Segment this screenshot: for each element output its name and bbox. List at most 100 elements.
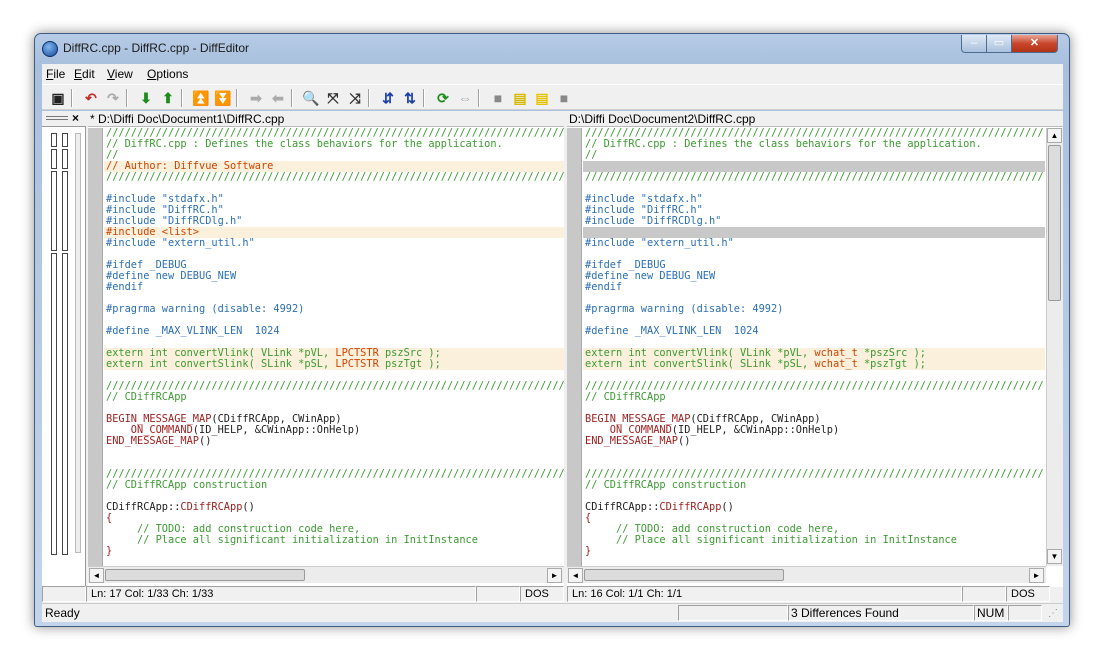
location-pane-close-icon[interactable]: ×	[72, 111, 79, 126]
code-line: ////////////////////////////////////////…	[583, 381, 1045, 392]
code-token: ////////////////////////////////////////…	[106, 381, 564, 392]
code-token: // DiffRC.cpp : Defines the class behavi…	[106, 139, 503, 150]
location-bar-right	[62, 171, 68, 251]
code-token: #include "DiffRCDlg.h"	[106, 216, 243, 227]
code-line: ////////////////////////////////////////…	[104, 128, 564, 139]
resize-grip-icon[interactable]: ⋰	[1048, 608, 1058, 619]
grip-icon[interactable]	[46, 116, 68, 120]
scroll-thumb[interactable]	[105, 569, 305, 581]
menu-edit[interactable]: Edit	[74, 67, 95, 81]
find-prev-icon[interactable]: ⤨	[346, 89, 364, 107]
swap-icon[interactable]: ⇔	[456, 89, 474, 107]
scroll-left-button[interactable]: ◄	[89, 568, 104, 583]
sync-up-icon[interactable]: ⇅	[401, 89, 419, 107]
code-token: ON_COMMAND	[585, 425, 672, 436]
scroll-down-button[interactable]: ▼	[1047, 549, 1062, 564]
code-token: extern int convertVlink( VLink *pVL,	[585, 348, 815, 359]
scroll-right-button[interactable]: ►	[1029, 568, 1044, 583]
code-token: ////////////////////////////////////////…	[585, 172, 1044, 183]
code-line: ////////////////////////////////////////…	[104, 381, 564, 392]
code-token: *pszSrc );	[857, 348, 926, 359]
right-gutter	[567, 128, 582, 566]
code-token: {	[585, 513, 592, 524]
menu-view[interactable]: View	[107, 67, 133, 81]
close-button[interactable]: ✕	[1011, 35, 1058, 53]
code-token: #include "extern_util.h"	[106, 238, 255, 249]
left-file-path: * D:\Diffi Doc\Document1\DiffRC.cpp	[88, 111, 564, 127]
code-token: #ifdef _DEBUG	[106, 260, 187, 271]
right-v-scrollbar[interactable]: ▲ ▼	[1046, 128, 1063, 566]
right-code-view[interactable]: ////////////////////////////////////////…	[583, 128, 1045, 566]
location-pane-scrollbar[interactable]	[75, 133, 81, 553]
left-eol-mode: DOS	[520, 586, 564, 602]
toolbar-separator	[423, 89, 425, 107]
toolbar-separator	[478, 89, 480, 107]
refresh-icon[interactable]: ⟳	[434, 89, 452, 107]
pane-left-icon[interactable]: ■	[489, 89, 507, 107]
code-line: #define new DEBUG_NEW	[583, 271, 1045, 282]
code-token: (ID_HELP, &CWinApp::OnHelp)	[192, 425, 361, 436]
copy-right-icon[interactable]: ➡	[247, 89, 265, 107]
location-bar-right	[62, 149, 68, 169]
pane-right-icon[interactable]: ■	[555, 89, 573, 107]
save-icon[interactable]: ▣	[49, 89, 67, 107]
title-bar[interactable]: DiffRC.cpp - DiffRC.cpp - DiffEditor – ▭…	[35, 34, 1069, 63]
left-code-view[interactable]: ////////////////////////////////////////…	[104, 128, 564, 566]
code-token: // CDiffRCApp construction	[106, 480, 268, 491]
pane-yellow-icon[interactable]: ▤	[533, 89, 551, 107]
status-cell	[476, 586, 520, 602]
minimize-button[interactable]: –	[961, 35, 987, 53]
status-cell	[678, 605, 788, 621]
maximize-button[interactable]: ▭	[986, 35, 1012, 53]
code-line: #include "stdafx.h"	[583, 194, 1045, 205]
code-line: // Place all significant initialization …	[583, 535, 1045, 546]
scroll-thumb[interactable]	[1048, 145, 1061, 301]
undo-icon[interactable]: ↶	[82, 89, 100, 107]
menu-file[interactable]: File	[46, 67, 65, 81]
left-h-scrollbar[interactable]: ◄ ►	[88, 566, 564, 583]
scroll-up-button[interactable]: ▲	[1047, 128, 1062, 143]
code-token: LPCTSTR	[335, 348, 379, 359]
last-diff-icon[interactable]: ⏬	[214, 89, 232, 107]
status-cell	[42, 586, 86, 602]
scroll-left-button[interactable]: ◄	[568, 568, 583, 583]
copy-left-icon[interactable]: ⬅	[269, 89, 287, 107]
code-line: // CDiffRCApp	[104, 392, 564, 403]
code-token: (CDiffRCApp, CWinApp)	[211, 414, 342, 425]
code-line: extern int convertSlink( SLink *pSL, LPC…	[104, 359, 564, 370]
code-line: extern int convertVlink( VLink *pVL, wch…	[583, 348, 1045, 359]
find-icon[interactable]: 🔍	[302, 89, 320, 107]
location-pane-header: ×	[42, 111, 86, 127]
code-token: #define _MAX_VLINK_LEN 1024	[585, 326, 759, 337]
menu-options[interactable]: Options	[147, 67, 188, 81]
differences-count: 3 Differences Found	[788, 605, 974, 621]
code-token: #include "DiffRCDlg.h"	[585, 216, 722, 227]
code-token: // TODO: add construction code here,	[585, 524, 840, 535]
left-gutter	[88, 128, 103, 566]
sync-down-icon[interactable]: ⇵	[379, 89, 397, 107]
code-token: ()	[678, 436, 691, 447]
code-line: extern int convertVlink( VLink *pVL, LPC…	[104, 348, 564, 359]
location-bar-left	[51, 171, 57, 251]
code-line: #include "DiffRC.h"	[104, 205, 564, 216]
pane-both-icon[interactable]: ▤	[511, 89, 529, 107]
code-line: {	[583, 513, 1045, 524]
code-token: #ifdef _DEBUG	[585, 260, 666, 271]
code-line: // TODO: add construction code here,	[583, 524, 1045, 535]
prev-diff-icon[interactable]: ⬆	[159, 89, 177, 107]
first-diff-icon[interactable]: ⏫	[192, 89, 210, 107]
scroll-thumb[interactable]	[584, 569, 784, 581]
redo-icon[interactable]: ↷	[104, 89, 122, 107]
right-h-scrollbar[interactable]: ◄ ►	[567, 566, 1046, 583]
right-editor-pane: D:\Diffi Doc\Document2\DiffRC.cpp //////…	[567, 111, 1063, 587]
scroll-right-button[interactable]: ►	[547, 568, 562, 583]
find-next-icon[interactable]: ⤧	[324, 89, 342, 107]
code-line: CDiffRCApp::CDiffRCApp()	[104, 502, 564, 513]
next-diff-icon[interactable]: ⬇	[137, 89, 155, 107]
